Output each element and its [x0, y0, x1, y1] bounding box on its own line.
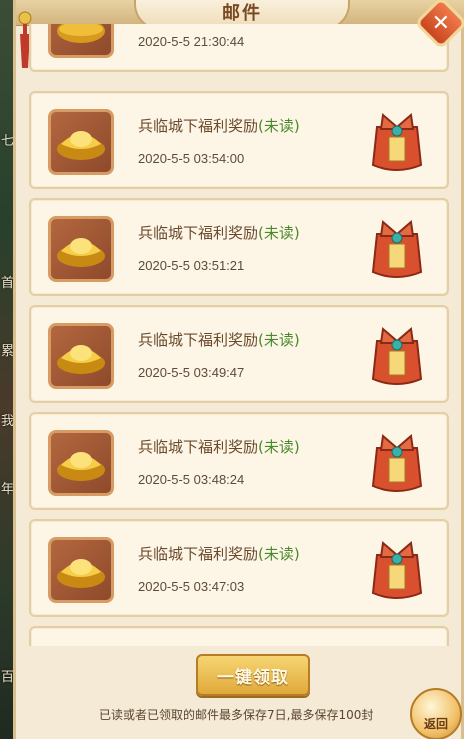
gift-bag-icon[interactable] — [369, 109, 425, 175]
reward-icon-frame — [48, 323, 114, 389]
gold-ingot-icon — [57, 559, 105, 588]
mail-title: 兵临城下福利奖励(未读) — [138, 224, 300, 242]
unread-badge: (未读) — [258, 545, 300, 563]
gold-ingot-icon — [57, 131, 105, 160]
unread-badge: (未读) — [258, 331, 300, 349]
gold-ingot-icon — [57, 345, 105, 374]
gift-bag-icon[interactable] — [369, 430, 425, 496]
unread-badge: (未读) — [258, 438, 300, 456]
mail-title: 兵临城下福利奖励(未读) — [138, 438, 300, 456]
unread-badge: (未读) — [258, 224, 300, 242]
footer: 一键领取 已读或者已领取的邮件最多保存7日,最多保存100封 — [29, 646, 464, 739]
back-button[interactable]: 返回 — [410, 688, 462, 739]
reward-icon-frame — [48, 109, 114, 175]
mail-item[interactable]: 兵临城下福利奖励(未读) 2020-5-5 03:54:00 — [29, 91, 449, 189]
storage-note: 已读或者已领取的邮件最多保存7日,最多保存100封 — [99, 708, 374, 722]
gold-ingot-icon — [57, 24, 105, 43]
mail-item[interactable]: 兵临城下福利奖励(未读) 2020-5-5 03:49:47 — [29, 305, 449, 403]
reward-icon-frame — [48, 430, 114, 496]
close-icon: ✕ — [431, 10, 451, 36]
mail-time: 2020-5-5 03:47:03 — [138, 579, 245, 594]
mail-panel: 邮件 2020-5-5 21:30:44 兵临城下福利奖励(未读) 2020-5… — [13, 0, 464, 739]
mail-time: 2020-5-5 03:51:21 — [138, 258, 245, 273]
claim-all-button[interactable]: 一键领取 — [196, 654, 310, 696]
back-label: 返回 — [423, 717, 448, 731]
mail-item[interactable]: 兵临城下福利奖励(未读) 2020-5-5 03:47:03 — [29, 519, 449, 617]
mail-time: 2020-5-5 03:54:00 — [138, 151, 245, 166]
gold-ingot-icon — [57, 452, 105, 481]
reward-icon-frame — [48, 24, 114, 58]
mail-item[interactable]: 兵临城下福利奖励(未读) 2020-5-5 03:51:21 — [29, 198, 449, 296]
gold-ingot-icon — [57, 238, 105, 267]
gift-bag-icon[interactable] — [369, 537, 425, 603]
unread-badge: (未读) — [258, 117, 300, 135]
mail-title: 兵临城下福利奖励(未读) — [138, 545, 300, 563]
gift-bag-icon[interactable] — [369, 216, 425, 282]
reward-icon-frame — [48, 537, 114, 603]
mail-item[interactable]: 兵临城下福利奖励(未读) 2020-5-5 03:48:24 — [29, 412, 449, 510]
mail-item[interactable] — [29, 626, 449, 646]
claim-all-label: 一键领取 — [217, 667, 289, 688]
mail-item[interactable]: 2020-5-5 21:30:44 — [29, 24, 449, 72]
mail-time: 2020-5-5 03:48:24 — [138, 472, 245, 487]
mail-time: 2020-5-5 21:30:44 — [138, 34, 245, 49]
reward-icon-frame — [48, 216, 114, 282]
mail-title: 兵临城下福利奖励(未读) — [138, 117, 300, 135]
mail-title: 兵临城下福利奖励(未读) — [138, 331, 300, 349]
gift-bag-icon[interactable] — [369, 323, 425, 389]
page-title: 邮件 — [222, 3, 262, 24]
mail-list[interactable]: 2020-5-5 21:30:44 兵临城下福利奖励(未读) 2020-5-5 … — [29, 24, 449, 646]
mail-time: 2020-5-5 03:49:47 — [138, 365, 245, 380]
